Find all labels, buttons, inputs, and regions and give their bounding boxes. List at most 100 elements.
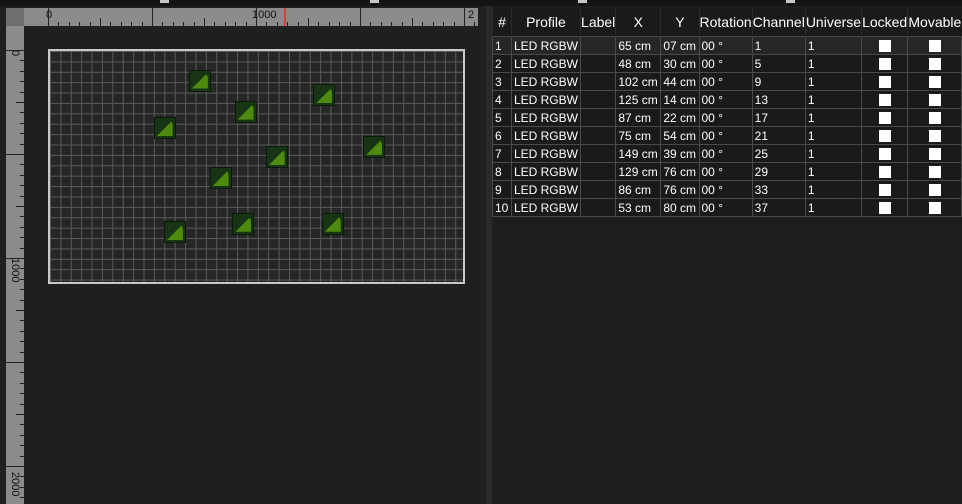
cell-rotation[interactable]: 00 ° (698, 180, 753, 199)
fixture-4[interactable] (313, 84, 336, 107)
cell-rotation[interactable]: 00 ° (698, 54, 753, 73)
table-row[interactable]: 10 LED RGBW 53 cm 80 cm 00 ° 37 1 (492, 198, 962, 217)
cell-y[interactable]: 80 cm (660, 198, 700, 217)
cell-channel[interactable]: 29 (751, 162, 806, 181)
movable-checkbox[interactable] (928, 76, 941, 89)
cell-y[interactable]: 14 cm (660, 90, 700, 109)
fixture-5[interactable] (234, 100, 257, 123)
movable-checkbox[interactable] (928, 148, 941, 161)
column-header-rotation[interactable]: Rotation (698, 8, 753, 37)
cell-channel[interactable]: 37 (751, 198, 806, 217)
cell-label[interactable] (579, 90, 617, 109)
table-row[interactable]: 4 LED RGBW 125 cm 14 cm 00 ° 13 1 (492, 90, 962, 109)
cell-number[interactable]: 5 (492, 108, 512, 127)
locked-checkbox[interactable] (878, 58, 891, 71)
cell-universe[interactable]: 1 (804, 72, 863, 91)
cell-label[interactable] (579, 36, 617, 55)
fixture-10[interactable] (163, 221, 186, 243)
cell-x[interactable]: 65 cm (615, 36, 662, 55)
cell-number[interactable]: 10 (492, 198, 512, 217)
cell-profile[interactable]: LED RGBW (510, 180, 581, 199)
table-row[interactable]: 6 LED RGBW 75 cm 54 cm 00 ° 21 1 (492, 126, 962, 145)
locked-checkbox[interactable] (878, 112, 891, 125)
cell-universe[interactable]: 1 (804, 54, 863, 73)
cell-label[interactable] (579, 72, 617, 91)
cell-y[interactable]: 07 cm (660, 36, 700, 55)
fixture-8[interactable] (321, 212, 344, 235)
table-row[interactable]: 8 LED RGBW 129 cm 76 cm 00 ° 29 1 (492, 162, 962, 181)
cell-rotation[interactable]: 00 ° (698, 198, 753, 217)
movable-checkbox[interactable] (928, 112, 941, 125)
cell-y[interactable]: 39 cm (660, 144, 700, 163)
cell-x[interactable]: 149 cm (615, 144, 662, 163)
movable-checkbox[interactable] (928, 40, 941, 53)
cell-x[interactable]: 53 cm (615, 198, 662, 217)
cell-label[interactable] (579, 108, 617, 127)
cell-rotation[interactable]: 00 ° (698, 36, 753, 55)
fixture-1[interactable] (188, 69, 211, 92)
cell-rotation[interactable]: 00 ° (698, 90, 753, 109)
cell-number[interactable]: 3 (492, 72, 512, 91)
fixture-2[interactable] (153, 117, 176, 140)
cell-x[interactable]: 87 cm (615, 108, 662, 127)
movable-checkbox[interactable] (928, 166, 941, 179)
locked-checkbox[interactable] (878, 130, 891, 143)
cell-profile[interactable]: LED RGBW (510, 144, 581, 163)
cell-y[interactable]: 30 cm (660, 54, 700, 73)
column-header-universe[interactable]: Universe (804, 8, 862, 37)
cell-universe[interactable]: 1 (804, 90, 863, 109)
cell-channel[interactable]: 21 (751, 126, 806, 145)
cell-x[interactable]: 48 cm (615, 54, 662, 73)
cell-rotation[interactable]: 00 ° (698, 126, 753, 145)
cell-channel[interactable]: 9 (751, 72, 806, 91)
cell-profile[interactable]: LED RGBW (510, 162, 581, 181)
table-row[interactable]: 5 LED RGBW 87 cm 22 cm 00 ° 17 1 (492, 108, 962, 127)
cell-profile[interactable]: LED RGBW (510, 90, 581, 109)
cell-profile[interactable]: LED RGBW (510, 126, 581, 145)
column-header-movable[interactable]: Movable (907, 8, 962, 37)
locked-checkbox[interactable] (878, 40, 891, 53)
cell-universe[interactable]: 1 (804, 108, 863, 127)
column-header-channel[interactable]: Channel (751, 8, 806, 37)
cell-y[interactable]: 22 cm (660, 108, 700, 127)
cell-rotation[interactable]: 00 ° (698, 162, 753, 181)
cell-universe[interactable]: 1 (804, 126, 863, 145)
cell-rotation[interactable]: 00 ° (698, 144, 753, 163)
cell-y[interactable]: 76 cm (660, 180, 700, 199)
column-header-profile[interactable]: Profile (510, 8, 581, 37)
locked-checkbox[interactable] (878, 184, 891, 197)
cell-profile[interactable]: LED RGBW (510, 108, 581, 127)
column-header-number[interactable]: # (492, 8, 512, 37)
cell-number[interactable]: 2 (492, 54, 512, 73)
fixture-9[interactable] (232, 212, 255, 235)
cell-channel[interactable]: 13 (751, 90, 806, 109)
cell-y[interactable]: 76 cm (660, 162, 700, 181)
cell-universe[interactable]: 1 (804, 198, 863, 217)
cell-y[interactable]: 44 cm (660, 72, 700, 91)
cell-number[interactable]: 9 (492, 180, 512, 199)
cell-universe[interactable]: 1 (804, 144, 863, 163)
cell-rotation[interactable]: 00 ° (698, 108, 753, 127)
movable-checkbox[interactable] (928, 130, 941, 143)
cell-number[interactable]: 7 (492, 144, 512, 163)
cell-x[interactable]: 75 cm (615, 126, 662, 145)
movable-checkbox[interactable] (928, 184, 941, 197)
cell-label[interactable] (579, 144, 617, 163)
column-header-x[interactable]: X (615, 8, 661, 37)
table-row[interactable]: 2 LED RGBW 48 cm 30 cm 00 ° 5 1 (492, 54, 962, 73)
cell-y[interactable]: 54 cm (660, 126, 700, 145)
table-row[interactable]: 9 LED RGBW 86 cm 76 cm 00 ° 33 1 (492, 180, 962, 199)
cell-number[interactable]: 4 (492, 90, 512, 109)
fixture-3[interactable] (265, 146, 288, 169)
cell-number[interactable]: 1 (492, 36, 512, 55)
cell-profile[interactable]: LED RGBW (510, 36, 581, 55)
column-header-y[interactable]: Y (660, 8, 699, 37)
cell-universe[interactable]: 1 (804, 36, 863, 55)
cell-universe[interactable]: 1 (804, 162, 863, 181)
locked-checkbox[interactable] (878, 76, 891, 89)
table-row[interactable]: 1 LED RGBW 65 cm 07 cm 00 ° 1 1 (492, 36, 962, 55)
horizontal-ruler[interactable]: 0 1000 2 (24, 8, 478, 26)
stage-grid[interactable] (48, 49, 465, 284)
locked-checkbox[interactable] (878, 202, 891, 215)
column-header-locked[interactable]: Locked (861, 8, 908, 37)
